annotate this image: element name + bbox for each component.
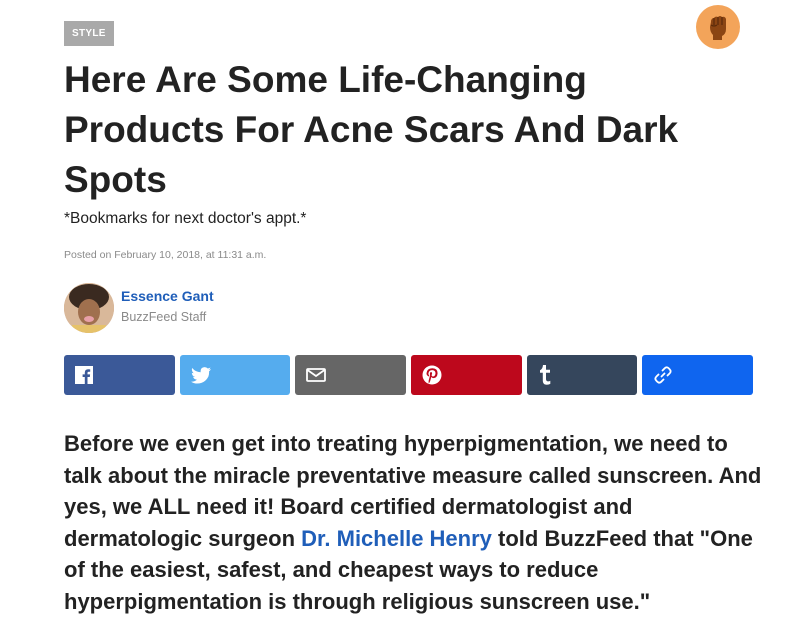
twitter-icon (190, 366, 211, 383)
category-tag[interactable]: STYLE (64, 21, 114, 46)
reaction-badge[interactable] (696, 5, 740, 49)
share-bar (64, 355, 754, 395)
author-avatar[interactable] (64, 283, 114, 333)
tumblr-icon (539, 365, 550, 385)
article-body-paragraph: Before we even get into treating hyperpi… (64, 428, 764, 617)
facebook-icon (75, 366, 93, 384)
posted-timestamp: Posted on February 10, 2018, at 11:31 a.… (64, 249, 267, 261)
dr-michelle-henry-link[interactable]: Dr. Michelle Henry (301, 526, 492, 551)
copy-link-button[interactable] (642, 355, 754, 395)
share-pinterest-button[interactable] (411, 355, 522, 395)
share-email-button[interactable] (295, 355, 407, 395)
article-title: Here Are Some Life-Changing Products For… (64, 59, 679, 200)
pinterest-icon (422, 365, 442, 385)
article-dek: *Bookmarks for next doctor's appt.* (64, 210, 307, 227)
author-name[interactable]: Essence Gant (121, 288, 214, 304)
link-icon (654, 366, 672, 384)
share-facebook-button[interactable] (64, 355, 175, 395)
share-twitter-button[interactable] (179, 355, 291, 395)
author-role: BuzzFeed Staff (121, 310, 207, 324)
raised-fist-icon (710, 16, 726, 40)
share-tumblr-button[interactable] (526, 355, 638, 395)
email-icon (306, 368, 327, 382)
